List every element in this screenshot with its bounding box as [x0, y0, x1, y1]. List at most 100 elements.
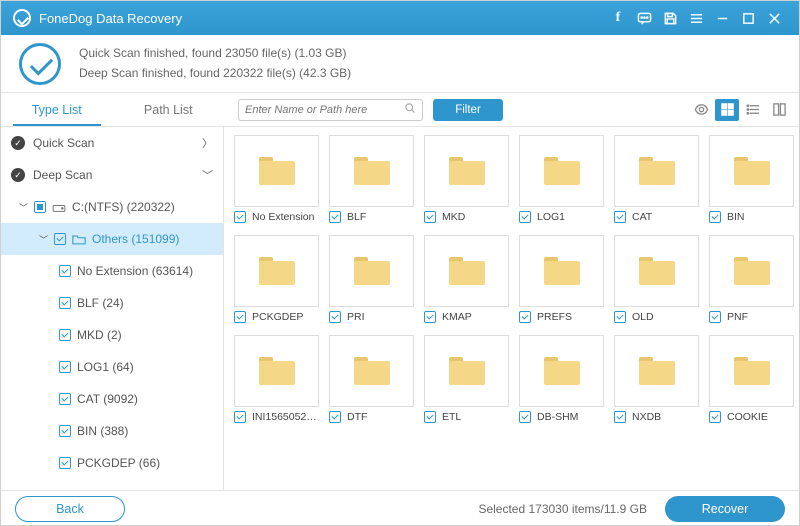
folder-icon [734, 357, 770, 385]
grid-item-label: ETL [442, 411, 461, 423]
grid-item[interactable]: CAT [614, 135, 699, 227]
grid-item-label: KMAP [442, 311, 472, 323]
checkbox[interactable] [34, 201, 46, 213]
grid-item[interactable]: No Extension [234, 135, 319, 227]
checkbox[interactable] [59, 425, 71, 437]
tab-path-list[interactable]: Path List [113, 93, 225, 126]
checkbox[interactable] [329, 211, 341, 223]
sidebar-item[interactable]: PCKGDEP (66) [1, 447, 223, 479]
sidebar-item[interactable]: CAT (9092) [1, 383, 223, 415]
view-list-icon[interactable] [741, 99, 765, 121]
grid-item[interactable]: KMAP [424, 235, 509, 327]
search-input[interactable] [245, 104, 404, 116]
checkbox[interactable] [234, 211, 246, 223]
checkbox[interactable] [59, 457, 71, 469]
checkbox[interactable] [519, 211, 531, 223]
checkbox[interactable] [614, 211, 626, 223]
grid-item[interactable]: OLD [614, 235, 699, 327]
folder-thumb [234, 235, 319, 307]
folder-thumb [519, 135, 604, 207]
checkbox[interactable] [59, 329, 71, 341]
checkbox[interactable] [424, 411, 436, 423]
titlebar: FoneDog Data Recovery f [1, 1, 799, 35]
grid-item[interactable]: BIN [709, 135, 794, 227]
sidebar-drive[interactable]: ﹀C:(NTFS) (220322) [1, 191, 223, 223]
checkbox[interactable] [54, 233, 66, 245]
recover-button[interactable]: Recover [665, 496, 785, 522]
grid-item-label: LOG1 [537, 211, 565, 223]
checkbox[interactable] [234, 311, 246, 323]
sidebar-deep-scan[interactable]: ✓Deep Scan﹀ [1, 159, 223, 191]
sidebar-item-label: CAT (9092) [77, 392, 138, 406]
checkbox[interactable] [709, 311, 721, 323]
grid-item-label: PRI [347, 311, 365, 323]
grid-item[interactable]: ETL [424, 335, 509, 427]
checkbox[interactable] [59, 265, 71, 277]
sidebar-item[interactable]: LOG1 (64) [1, 351, 223, 383]
minimize-icon[interactable] [709, 5, 735, 31]
grid-item[interactable]: PCKGDEP [234, 235, 319, 327]
checkbox[interactable] [614, 311, 626, 323]
folder-thumb [519, 335, 604, 407]
checkbox[interactable] [519, 311, 531, 323]
feedback-icon[interactable] [631, 5, 657, 31]
sidebar-item[interactable]: BIN (388) [1, 415, 223, 447]
footer: Back Selected 173030 items/11.9 GB Recov… [1, 490, 799, 526]
folder-icon [544, 357, 580, 385]
preview-toggle-icon[interactable] [689, 99, 713, 121]
checkbox[interactable] [59, 297, 71, 309]
search-box[interactable] [238, 99, 423, 121]
view-grid-icon[interactable] [715, 99, 739, 121]
folder-icon [639, 357, 675, 385]
sidebar-quick-scan[interactable]: ✓Quick Scan〉 [1, 127, 223, 159]
folder-thumb [329, 135, 414, 207]
grid-item[interactable]: DTF [329, 335, 414, 427]
sidebar-item-label: No Extension (63614) [77, 264, 193, 278]
sidebar-others[interactable]: ﹀Others (151099) [1, 223, 223, 255]
checkbox[interactable] [424, 311, 436, 323]
checkbox[interactable] [59, 361, 71, 373]
view-detail-icon[interactable] [767, 99, 791, 121]
checkbox[interactable] [709, 211, 721, 223]
facebook-icon[interactable]: f [605, 5, 631, 31]
folder-thumb [614, 135, 699, 207]
folder-icon [734, 257, 770, 285]
grid-item[interactable]: DB-SHM [519, 335, 604, 427]
folder-thumb [424, 335, 509, 407]
checkbox[interactable] [234, 411, 246, 423]
grid-item[interactable]: MKD [424, 135, 509, 227]
checkbox[interactable] [59, 393, 71, 405]
checkbox[interactable] [424, 211, 436, 223]
sidebar-item[interactable]: BLF (24) [1, 287, 223, 319]
grid-item[interactable]: INI1565052569 [234, 335, 319, 427]
sidebar: ✓Quick Scan〉 ✓Deep Scan﹀ ﹀C:(NTFS) (2203… [1, 127, 224, 490]
folder-icon [259, 157, 295, 185]
checkbox[interactable] [329, 311, 341, 323]
grid-item[interactable]: COOKIE [709, 335, 794, 427]
maximize-icon[interactable] [735, 5, 761, 31]
folder-thumb [519, 235, 604, 307]
save-icon[interactable] [657, 5, 683, 31]
grid-item[interactable]: PNF [709, 235, 794, 327]
sidebar-item[interactable]: MKD (2) [1, 319, 223, 351]
back-button[interactable]: Back [15, 496, 125, 522]
close-icon[interactable] [761, 5, 787, 31]
grid-item[interactable]: LOG1 [519, 135, 604, 227]
grid-item-label: CAT [632, 211, 652, 223]
sidebar-item[interactable]: No Extension (63614) [1, 255, 223, 287]
folder-icon [259, 357, 295, 385]
grid-item[interactable]: PREFS [519, 235, 604, 327]
tab-type-list[interactable]: Type List [1, 93, 113, 126]
folder-icon [639, 157, 675, 185]
folder-thumb [424, 235, 509, 307]
checkbox[interactable] [614, 411, 626, 423]
menu-icon[interactable] [683, 5, 709, 31]
grid-item[interactable]: PRI [329, 235, 414, 327]
search-icon[interactable] [404, 102, 416, 117]
checkbox[interactable] [709, 411, 721, 423]
filter-button[interactable]: Filter [433, 99, 503, 121]
checkbox[interactable] [519, 411, 531, 423]
grid-item[interactable]: BLF [329, 135, 414, 227]
grid-item[interactable]: NXDB [614, 335, 699, 427]
checkbox[interactable] [329, 411, 341, 423]
